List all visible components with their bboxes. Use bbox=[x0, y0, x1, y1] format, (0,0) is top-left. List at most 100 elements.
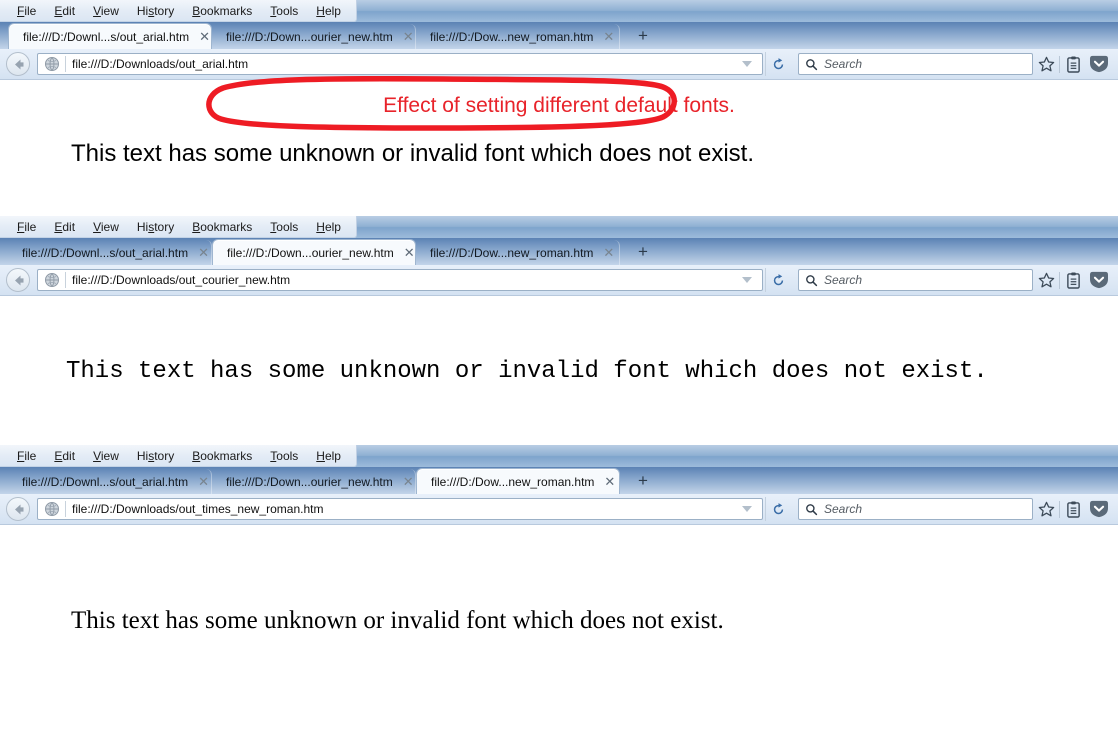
back-arrow-icon bbox=[11, 273, 26, 288]
close-icon[interactable]: ✕ bbox=[603, 246, 614, 259]
menu-item-tools[interactable]: Tools bbox=[261, 216, 307, 238]
url-divider bbox=[65, 56, 66, 72]
search-input[interactable]: Search bbox=[798, 53, 1033, 75]
page-body-text-2: This text has some unknown or invalid fo… bbox=[0, 296, 1118, 385]
star-icon bbox=[1038, 272, 1055, 289]
menu-item-file[interactable]: File bbox=[8, 0, 45, 22]
url-text: file:///D:/Downloads/out_times_new_roman… bbox=[72, 502, 736, 516]
url-bar-3[interactable]: file:///D:/Downloads/out_times_new_roman… bbox=[37, 498, 763, 520]
reader-list-icon bbox=[1066, 501, 1081, 518]
body-text: This text has some unknown or invalid fo… bbox=[71, 607, 724, 634]
menu-item-history[interactable]: History bbox=[128, 216, 183, 238]
menu-item-file[interactable]: File bbox=[8, 445, 45, 467]
search-icon bbox=[805, 58, 818, 71]
tab-out-arial[interactable]: file:///D:/Downl...s/out_arial.htm ✕ bbox=[8, 240, 212, 265]
menu-item-tools[interactable]: Tools bbox=[261, 445, 307, 467]
page-title: Effect of setting different default font… bbox=[383, 94, 735, 118]
close-icon[interactable]: ✕ bbox=[603, 30, 614, 43]
menu-item-edit[interactable]: Edit bbox=[45, 445, 84, 467]
browser-window-1: File Edit View History Bookmarks Tools H… bbox=[0, 0, 1118, 216]
menu-button[interactable] bbox=[1086, 496, 1112, 522]
menu-button[interactable] bbox=[1086, 51, 1112, 77]
tab-out-arial[interactable]: file:///D:/Downl...s/out_arial.htm ✕ bbox=[8, 23, 212, 49]
new-tab-button[interactable]: + bbox=[632, 243, 654, 260]
reader-list-icon bbox=[1066, 56, 1081, 73]
body-text: This text has some unknown or invalid fo… bbox=[71, 140, 754, 167]
menu-item-view[interactable]: View bbox=[84, 445, 128, 467]
tab-label: file:///D:/Down...ourier_new.htm bbox=[226, 30, 393, 44]
close-icon[interactable]: ✕ bbox=[199, 30, 210, 43]
menu-item-history[interactable]: History bbox=[128, 445, 183, 467]
menu-button[interactable] bbox=[1086, 267, 1112, 293]
url-bar-2[interactable]: file:///D:/Downloads/out_courier_new.htm bbox=[37, 269, 763, 291]
close-icon[interactable]: ✕ bbox=[403, 30, 414, 43]
navigation-toolbar-2: file:///D:/Downloads/out_courier_new.htm… bbox=[0, 265, 1118, 296]
menu-bar-plate-1: File Edit View History Bookmarks Tools H… bbox=[0, 0, 357, 22]
menu-item-help[interactable]: Help bbox=[307, 0, 350, 22]
menu-item-view[interactable]: View bbox=[84, 216, 128, 238]
reload-button[interactable] bbox=[765, 52, 790, 76]
back-button[interactable] bbox=[6, 52, 30, 76]
back-button[interactable] bbox=[6, 268, 30, 292]
page-body-text-1: This text has some unknown or invalid fo… bbox=[0, 118, 1118, 168]
tab-out-courier-new[interactable]: file:///D:/Down...ourier_new.htm ✕ bbox=[212, 239, 416, 265]
menu-item-bookmarks[interactable]: Bookmarks bbox=[183, 0, 261, 22]
globe-favicon-icon bbox=[44, 56, 60, 72]
menu-item-edit[interactable]: Edit bbox=[45, 216, 84, 238]
menu-bar-plate-2: File Edit View History Bookmarks Tools H… bbox=[0, 216, 357, 238]
bookmark-button[interactable] bbox=[1033, 267, 1059, 293]
chevron-down-icon[interactable] bbox=[742, 277, 752, 283]
menu-item-file[interactable]: File bbox=[8, 216, 45, 238]
menu-item-bookmarks[interactable]: Bookmarks bbox=[183, 216, 261, 238]
reload-icon bbox=[771, 57, 786, 72]
menu-item-history[interactable]: History bbox=[128, 0, 183, 22]
menu-bar-2: File Edit View History Bookmarks Tools H… bbox=[0, 216, 1118, 238]
menu-item-view[interactable]: View bbox=[84, 0, 128, 22]
menu-item-edit[interactable]: Edit bbox=[45, 0, 84, 22]
search-input[interactable]: Search bbox=[798, 269, 1033, 291]
close-icon[interactable]: ✕ bbox=[198, 475, 209, 488]
search-placeholder: Search bbox=[824, 273, 862, 287]
browser-window-3: File Edit View History Bookmarks Tools H… bbox=[0, 445, 1118, 737]
menu-item-help[interactable]: Help bbox=[307, 445, 350, 467]
chevron-down-badge-icon bbox=[1089, 271, 1109, 289]
tab-out-times-new-roman[interactable]: file:///D:/Dow...new_roman.htm ✕ bbox=[416, 240, 620, 265]
reader-button[interactable] bbox=[1060, 51, 1086, 77]
reader-button[interactable] bbox=[1060, 267, 1086, 293]
close-icon[interactable]: ✕ bbox=[604, 475, 615, 488]
menu-item-bookmarks[interactable]: Bookmarks bbox=[183, 445, 261, 467]
reload-button[interactable] bbox=[765, 497, 790, 521]
search-input[interactable]: Search bbox=[798, 498, 1033, 520]
back-arrow-icon bbox=[11, 57, 26, 72]
bookmark-button[interactable] bbox=[1033, 496, 1059, 522]
tab-label: file:///D:/Downl...s/out_arial.htm bbox=[22, 246, 188, 260]
globe-favicon-icon bbox=[44, 501, 60, 517]
tab-label: file:///D:/Dow...new_roman.htm bbox=[431, 475, 594, 489]
reload-button[interactable] bbox=[765, 268, 790, 292]
close-icon[interactable]: ✕ bbox=[198, 246, 209, 259]
url-bar-1[interactable]: file:///D:/Downloads/out_arial.htm bbox=[37, 53, 763, 75]
tab-out-arial[interactable]: file:///D:/Downl...s/out_arial.htm ✕ bbox=[8, 469, 212, 494]
menu-bar-1: File Edit View History Bookmarks Tools H… bbox=[0, 0, 1118, 22]
tab-out-times-new-roman[interactable]: file:///D:/Dow...new_roman.htm ✕ bbox=[416, 24, 620, 49]
page-content-1: Effect of setting different default font… bbox=[0, 80, 1118, 206]
close-icon[interactable]: ✕ bbox=[403, 475, 414, 488]
reader-list-icon bbox=[1066, 272, 1081, 289]
bookmark-button[interactable] bbox=[1033, 51, 1059, 77]
close-icon[interactable]: ✕ bbox=[404, 246, 415, 259]
tab-label: file:///D:/Dow...new_roman.htm bbox=[430, 246, 593, 260]
chevron-down-icon[interactable] bbox=[742, 61, 752, 67]
tab-strip-3: file:///D:/Downl...s/out_arial.htm ✕ fil… bbox=[0, 467, 1118, 494]
back-button[interactable] bbox=[6, 497, 30, 521]
tab-out-courier-new[interactable]: file:///D:/Down...ourier_new.htm ✕ bbox=[212, 24, 416, 49]
new-tab-button[interactable]: + bbox=[632, 27, 654, 44]
menu-bar-plate-3: File Edit View History Bookmarks Tools H… bbox=[0, 445, 357, 467]
new-tab-button[interactable]: + bbox=[632, 472, 654, 489]
tab-out-times-new-roman[interactable]: file:///D:/Dow...new_roman.htm ✕ bbox=[416, 468, 620, 494]
chevron-down-badge-icon bbox=[1089, 55, 1109, 73]
menu-item-tools[interactable]: Tools bbox=[261, 0, 307, 22]
reader-button[interactable] bbox=[1060, 496, 1086, 522]
tab-out-courier-new[interactable]: file:///D:/Down...ourier_new.htm ✕ bbox=[212, 469, 416, 494]
chevron-down-icon[interactable] bbox=[742, 506, 752, 512]
menu-item-help[interactable]: Help bbox=[307, 216, 350, 238]
